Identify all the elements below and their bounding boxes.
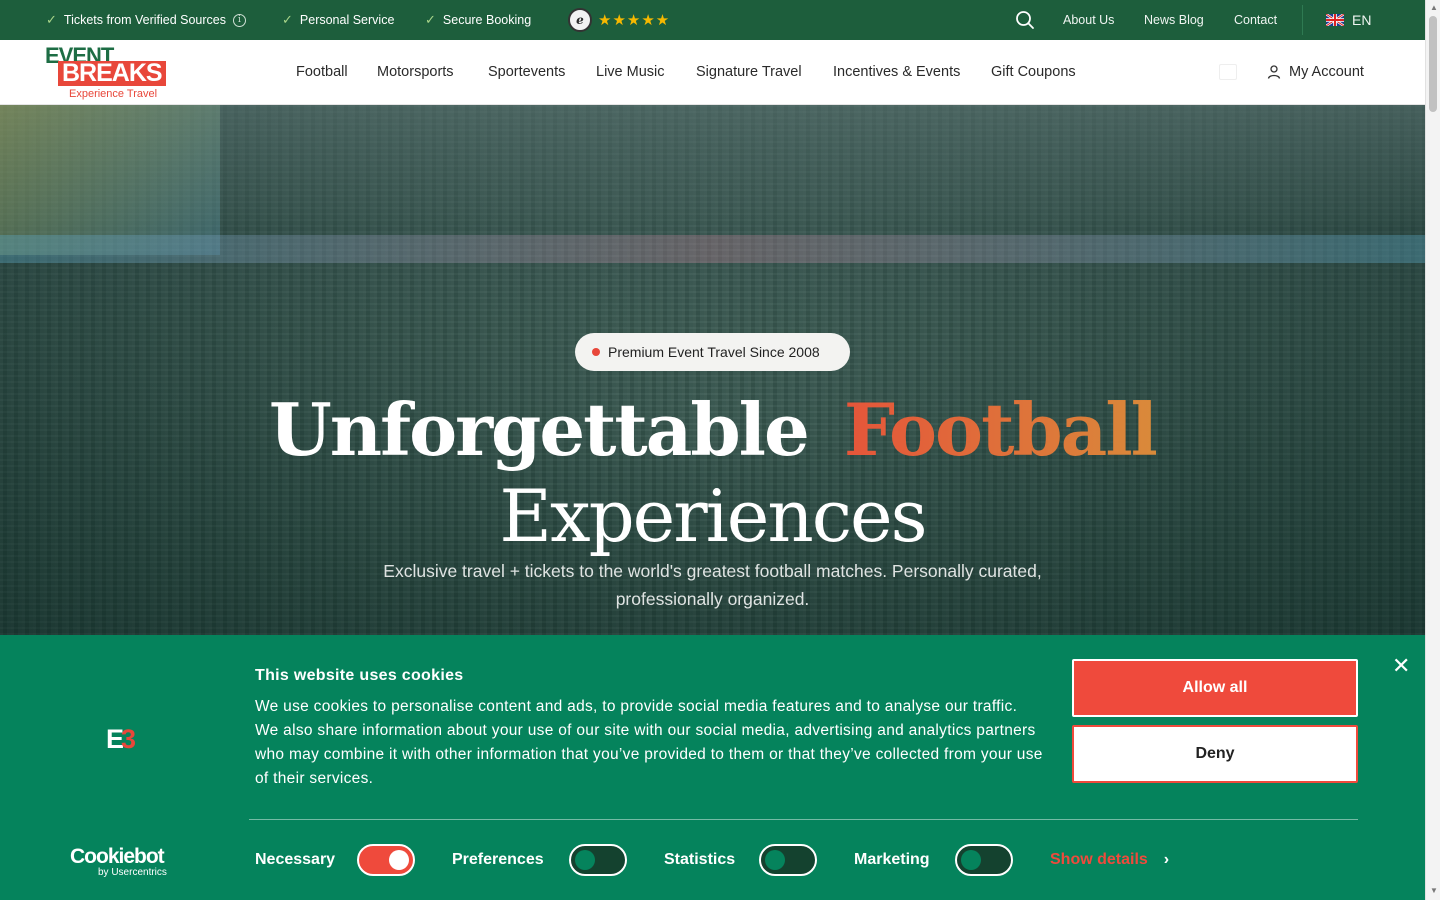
- toggle-knob: [389, 850, 409, 870]
- rating-stars: ★★★★★: [598, 12, 671, 29]
- logo-tagline: Experience Travel: [69, 88, 158, 100]
- hero-stadium-banner: [0, 235, 1425, 263]
- cookie-divider: [249, 819, 1358, 820]
- menu-incentives-events[interactable]: Incentives & Events: [833, 40, 960, 104]
- deny-button[interactable]: Deny: [1072, 725, 1358, 783]
- link-contact[interactable]: Contact: [1234, 0, 1277, 40]
- hero-title-line1: Unforgettable Football: [0, 387, 1425, 473]
- red-dot-icon: [592, 348, 600, 356]
- link-news-blog[interactable]: News Blog: [1144, 0, 1204, 40]
- top-bar: ✓ Tickets from Verified Sources i ✓ Pers…: [0, 0, 1425, 40]
- check-icon: ✓: [46, 12, 57, 27]
- show-details-label: Show details: [1050, 851, 1148, 868]
- menu-signature-travel[interactable]: Signature Travel: [696, 40, 802, 104]
- cookiebot-brand: Cookiebot: [70, 845, 165, 868]
- menu-gift-coupons[interactable]: Gift Coupons: [991, 40, 1076, 104]
- toggle-label-preferences: Preferences: [452, 851, 544, 868]
- hero-title-accent: Football: [843, 387, 1158, 472]
- check-icon: ✓: [425, 12, 436, 27]
- search-icon[interactable]: [1015, 0, 1035, 40]
- topbar-divider: [1302, 5, 1303, 35]
- hero-badge-label: Premium Event Travel Since 2008: [608, 344, 820, 360]
- link-about-us[interactable]: About Us: [1063, 0, 1114, 40]
- user-icon: [1267, 65, 1281, 79]
- cookiebot-logo[interactable]: Cookiebot by Usercentrics: [70, 845, 167, 878]
- menu-football[interactable]: Football: [296, 40, 348, 104]
- hero-section: Premium Event Travel Since 2008 Unforget…: [0, 105, 1425, 635]
- toggle-knob: [765, 850, 785, 870]
- menu-motorsports[interactable]: Motorsports: [377, 40, 454, 104]
- hero-title-part1: Unforgettable: [268, 387, 810, 472]
- toggle-statistics[interactable]: [759, 844, 817, 876]
- logo-text-breaks: BREAKS: [58, 61, 166, 86]
- hero-title-line2: Experiences: [499, 474, 927, 558]
- usp-label: Personal Service: [299, 13, 395, 27]
- uk-flag-icon: [1326, 14, 1344, 26]
- hero-badge: Premium Event Travel Since 2008: [575, 333, 850, 371]
- usp-verified: ✓ Tickets from Verified Sources i: [46, 0, 246, 40]
- close-icon[interactable]: ✕: [1392, 655, 1410, 677]
- allow-all-button[interactable]: Allow all: [1072, 659, 1358, 717]
- toggle-label-statistics: Statistics: [664, 851, 736, 868]
- usp-label: Secure Booking: [442, 13, 532, 27]
- site-logo[interactable]: EVENT BREAKS Experience Travel: [44, 42, 169, 102]
- scroll-thumb[interactable]: [1429, 16, 1437, 112]
- cookie-title: This website uses cookies: [255, 667, 464, 684]
- menu-sportevents[interactable]: Sportevents: [488, 40, 565, 104]
- menu-live-music[interactable]: Live Music: [596, 40, 665, 104]
- usp-personal: ✓ Personal Service: [282, 0, 394, 40]
- cookie-description: We use cookies to personalise content an…: [255, 698, 1043, 787]
- page-scrollbar[interactable]: ▲ ▼: [1425, 0, 1440, 900]
- toggle-label-marketing: Marketing: [854, 851, 930, 868]
- toggle-necessary[interactable]: [357, 844, 415, 876]
- cookiebot-brand-sub: by Usercentrics: [98, 867, 167, 878]
- toggle-label-necessary: Necessary: [255, 851, 336, 868]
- scroll-up-icon[interactable]: ▲: [1430, 3, 1438, 12]
- usp-label: Tickets from Verified Sources: [63, 13, 226, 27]
- show-details-link[interactable]: Show details ›: [1050, 851, 1169, 869]
- toggle-marketing[interactable]: [955, 844, 1013, 876]
- toggle-preferences[interactable]: [569, 844, 627, 876]
- check-icon: ✓: [282, 12, 293, 27]
- my-account-label: My Account: [1289, 64, 1364, 80]
- chevron-right-icon: ›: [1163, 851, 1170, 868]
- hero-subtitle: Exclusive travel + tickets to the world'…: [383, 561, 1042, 609]
- toggle-knob: [961, 850, 981, 870]
- hero-stadium-screen: [0, 105, 220, 255]
- site-mark-logo: E3: [106, 724, 136, 754]
- cart-icon[interactable]: [1219, 64, 1237, 80]
- language-selector[interactable]: EN: [1326, 0, 1371, 40]
- trust-rating[interactable]: e ★★★★★: [568, 0, 670, 40]
- main-nav: EVENT BREAKS Experience Travel Football …: [0, 40, 1425, 105]
- cookie-banner: E3 This website uses cookies We use cook…: [0, 635, 1425, 900]
- info-icon[interactable]: i: [233, 13, 246, 27]
- toggle-knob: [575, 850, 595, 870]
- rating-badge-icon: e: [568, 8, 592, 32]
- scroll-down-icon[interactable]: ▼: [1430, 886, 1438, 895]
- my-account-link[interactable]: My Account: [1266, 40, 1364, 104]
- usp-secure: ✓ Secure Booking: [425, 0, 531, 40]
- language-label: EN: [1352, 12, 1372, 28]
